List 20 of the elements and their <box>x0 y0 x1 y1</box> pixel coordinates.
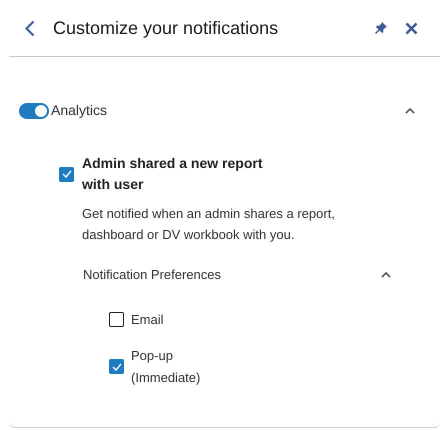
window-title: Customize your notifications <box>53 16 278 40</box>
back-icon <box>25 20 35 36</box>
notification-title: Admin shared a new report with user <box>82 154 264 194</box>
pin-button[interactable] <box>375 22 387 34</box>
pin-icon <box>375 22 387 34</box>
checkbox[interactable] <box>59 166 74 182</box>
notification-description: Get notified when an admin shares a report, dashboard or DV workbook with you. <box>82 205 336 244</box>
checkbox[interactable] <box>109 359 124 374</box>
close-icon <box>405 22 418 34</box>
chevron-icon <box>405 108 415 114</box>
toggle-switch[interactable] <box>19 102 49 118</box>
checkbox[interactable] <box>109 312 124 327</box>
option-label: Pop-up (Immediate) <box>131 346 202 387</box>
close-button[interactable] <box>405 22 418 34</box>
section-label: Analytics <box>51 101 108 120</box>
chevron-icon <box>381 272 391 278</box>
check-icon <box>112 362 122 370</box>
option-label: Email <box>131 310 165 328</box>
preferences-label: Notification Preferences <box>83 266 222 284</box>
check-icon <box>62 170 72 178</box>
